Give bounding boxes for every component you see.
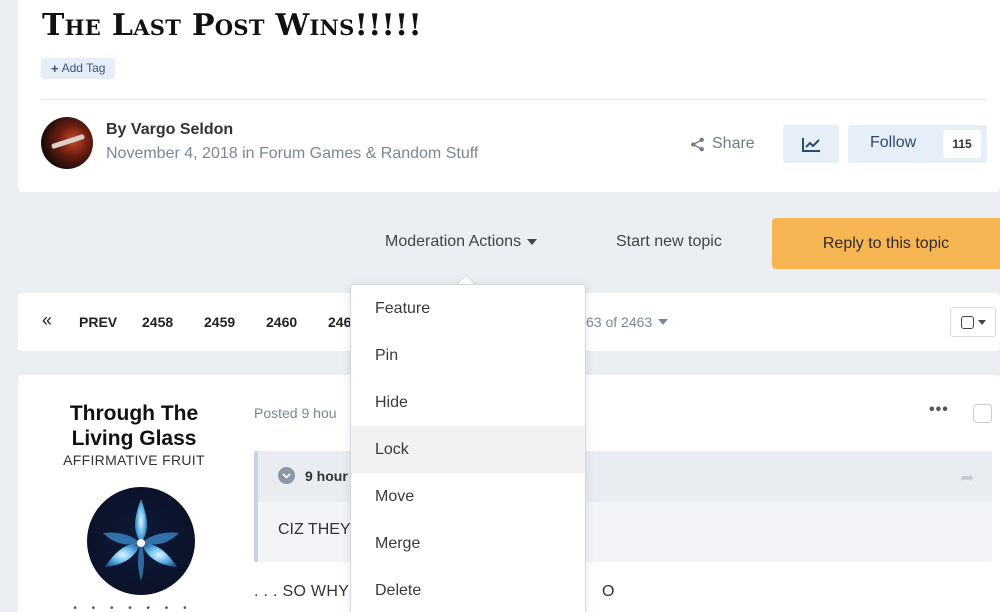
poster-name[interactable]: Through The Living Glass (52, 401, 216, 451)
reply-to-topic-button[interactable]: Reply to this topic (772, 218, 1000, 269)
share-icon (691, 137, 704, 151)
ellipsis-icon[interactable]: ••• (929, 401, 949, 419)
caret-down-icon (658, 319, 669, 325)
menu-item-lock[interactable]: Lock (351, 426, 585, 473)
poster-name-line: Living Glass (71, 427, 197, 450)
post-body: . . . SO WHY (254, 583, 350, 600)
flower-avatar-image (103, 499, 179, 581)
moderation-actions-button[interactable]: Moderation Actions (385, 233, 538, 251)
author-byline: By Vargo Seldon (106, 121, 233, 139)
pagination-page[interactable]: 246 (328, 314, 351, 330)
menu-item-feature[interactable]: Feature (351, 285, 585, 332)
pagination-page[interactable]: 2458 (142, 314, 173, 330)
follow-label: Follow (870, 134, 917, 151)
moderation-menu: Feature Pin Hide Lock Move Merge Delete (350, 284, 586, 612)
page-of-label: 63 of 2463 (586, 314, 653, 330)
post-select-checkbox[interactable] (973, 404, 992, 423)
share-button[interactable]: Share (690, 132, 755, 156)
menu-item-pin[interactable]: Pin (351, 332, 585, 379)
topic-header: The Last Post Wins!!!!! + Add Tag By Var… (18, 0, 1000, 192)
share-arrow-icon[interactable]: ➦ (961, 468, 974, 488)
reply-label: Reply to this topic (822, 234, 950, 252)
poster-name-line: Through The (69, 402, 199, 425)
avatar-figure (51, 133, 85, 150)
poster-badges: • • • • • • • (73, 603, 193, 612)
double-chevron-left-icon[interactable]: « (42, 310, 52, 331)
pagination-page[interactable]: 2459 (204, 314, 235, 330)
author-name[interactable]: Vargo Seldon (131, 121, 233, 138)
page-jump-dropdown[interactable]: 63 of 2463 (586, 314, 669, 330)
quote-text: CIZ THEY (278, 521, 351, 538)
quote-author: 9 hour (305, 468, 348, 484)
follow-button[interactable]: Follow 115 (848, 125, 987, 163)
topic-title: The Last Post Wins!!!!! (42, 8, 422, 43)
share-label: Share (712, 135, 755, 152)
post-body-tail: O (602, 583, 615, 600)
follower-count: 115 (943, 130, 981, 158)
author-avatar[interactable] (41, 117, 93, 169)
topic-meta: November 4, 2018 in Forum Games & Random… (106, 145, 479, 162)
caret-down-icon (977, 319, 986, 325)
caret-down-icon (527, 239, 538, 245)
pagination-prev[interactable]: PREV (79, 314, 117, 330)
activity-button[interactable] (783, 125, 839, 163)
pagination-page[interactable]: 2460 (266, 314, 297, 330)
divider (41, 99, 987, 100)
chevron-down-circle-icon[interactable] (278, 467, 295, 484)
checkbox-icon (960, 315, 974, 329)
moderation-actions-label: Moderation Actions (385, 233, 522, 250)
menu-item-merge[interactable]: Merge (351, 520, 585, 567)
menu-item-hide[interactable]: Hide (351, 379, 585, 426)
plus-icon: + (51, 61, 59, 76)
author-prefix: By (106, 121, 127, 138)
poster-rank: AFFIRMATIVE FRUIT (63, 452, 205, 468)
posted-timestamp: Posted 9 hou (254, 405, 337, 421)
menu-item-move[interactable]: Move (351, 473, 585, 520)
add-tag-button[interactable]: + Add Tag (41, 58, 116, 79)
chart-line-icon (801, 137, 820, 152)
multi-select-toggle[interactable] (950, 307, 996, 337)
poster-avatar[interactable] (87, 487, 195, 595)
start-new-topic-button[interactable]: Start new topic (616, 233, 722, 251)
add-tag-label: Add Tag (61, 61, 106, 75)
menu-item-delete[interactable]: Delete (351, 567, 585, 612)
